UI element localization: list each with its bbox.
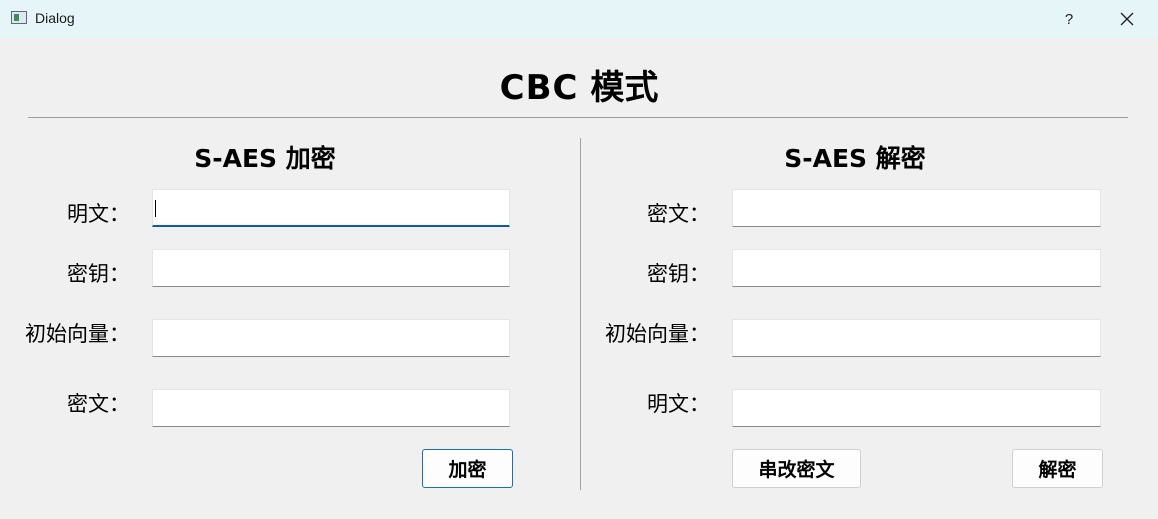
encrypt-button[interactable]: 加密 — [422, 449, 513, 488]
decrypt-key-input[interactable] — [732, 249, 1101, 287]
title-bar: Dialog ? — [0, 0, 1158, 38]
encrypt-title-algo: S-AES — [194, 144, 278, 173]
decrypt-plaintext-output[interactable] — [732, 389, 1101, 427]
decrypt-title-action: 解密 — [875, 144, 926, 173]
page-title-suffix: 模式 — [590, 68, 659, 108]
encrypt-section-title: S-AES 加密 — [85, 139, 445, 175]
decrypt-ciphertext-label: 密文： — [647, 202, 710, 226]
encrypt-ciphertext-label: 密文： — [67, 392, 130, 416]
close-button[interactable] — [1104, 0, 1150, 38]
text-caret — [155, 200, 156, 217]
encrypt-key-label: 密钥： — [67, 262, 130, 286]
close-icon — [1120, 12, 1134, 26]
decrypt-iv-input[interactable] — [732, 319, 1101, 357]
header-divider — [28, 117, 1128, 118]
decrypt-ciphertext-input[interactable] — [732, 189, 1101, 227]
tamper-ciphertext-button[interactable]: 串改密文 — [732, 449, 861, 488]
decrypt-button[interactable]: 解密 — [1012, 449, 1103, 488]
decrypt-section-title: S-AES 解密 — [675, 139, 1035, 175]
encrypt-ciphertext-output[interactable] — [152, 389, 510, 427]
encrypt-iv-label: 初始向量： — [25, 322, 130, 346]
encrypt-plaintext-input[interactable] — [152, 189, 510, 227]
help-button[interactable]: ? — [1046, 0, 1092, 38]
app-window-icon — [11, 11, 27, 24]
decrypt-plaintext-label: 明文： — [647, 392, 710, 416]
encrypt-iv-input[interactable] — [152, 319, 510, 357]
encrypt-key-input[interactable] — [152, 249, 510, 287]
page-title-mode: CBC — [499, 68, 579, 108]
decrypt-title-algo: S-AES — [784, 144, 868, 173]
encrypt-plaintext-label: 明文： — [67, 202, 130, 226]
window-title: Dialog — [35, 10, 75, 26]
encrypt-title-action: 加密 — [285, 144, 336, 173]
page-title: CBC 模式 — [0, 60, 1158, 109]
decrypt-key-label: 密钥： — [647, 262, 710, 286]
section-divider — [580, 138, 581, 490]
decrypt-iv-label: 初始向量： — [605, 322, 710, 346]
